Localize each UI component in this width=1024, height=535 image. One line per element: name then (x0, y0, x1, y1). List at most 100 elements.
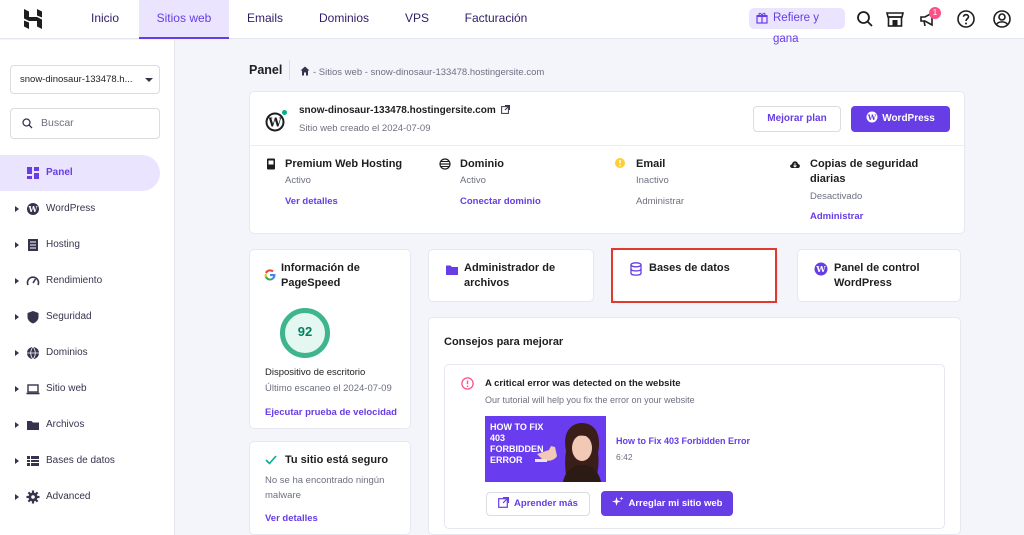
gift-icon (756, 12, 768, 24)
service-title: Premium Web Hosting (285, 158, 403, 170)
gear-icon (26, 490, 40, 504)
chevron-right-icon (15, 206, 19, 212)
pagespeed-score: 92 (297, 324, 313, 339)
laptop-icon (26, 384, 40, 395)
alert-icon (461, 377, 474, 390)
file-manager-tile[interactable]: Administrador de archivos (428, 249, 594, 302)
top-navigation: Inicio Sitios web Emails Dominios VPS Fa… (0, 0, 1024, 45)
panel-icon (27, 167, 39, 179)
service-title: Dominio (460, 158, 504, 170)
account-icon[interactable] (992, 9, 1012, 29)
hosting-icon (28, 239, 38, 251)
site-name-text: snow-dinosaur-133478.hostingersite.com (299, 105, 496, 116)
sidebar-item-archivos[interactable]: Archivos (0, 410, 160, 440)
upgrade-plan-button[interactable]: Mejorar plan (753, 106, 841, 132)
video-duration: 6:42 (616, 452, 633, 462)
security-details-link[interactable]: Ver detalles (265, 513, 318, 524)
sidebar: snow-dinosaur-133478.h... Buscar Panel W… (0, 40, 175, 535)
refer-button[interactable]: Refiere y gana (749, 8, 845, 45)
tips-title: Consejos para mejorar (444, 336, 564, 348)
sidebar-item-dominios[interactable]: Dominios (0, 338, 160, 368)
nav-tab-facturacion[interactable]: Facturación (458, 0, 534, 39)
sidebar-item-label: Rendimiento (46, 275, 103, 286)
checkmark-icon (265, 455, 277, 465)
service-status: Inactivo (636, 175, 669, 186)
sidebar-item-sitio-web[interactable]: Sitio web (0, 374, 160, 404)
external-link-icon[interactable] (500, 105, 510, 114)
svg-text:W: W (267, 116, 282, 130)
site-name[interactable]: snow-dinosaur-133478.hostingersite.com (299, 105, 510, 116)
chevron-right-icon (15, 242, 19, 248)
presenter-image (562, 423, 602, 482)
last-scan: Último escaneo el 2024-07-09 (265, 383, 392, 394)
svg-text:W: W (867, 113, 877, 122)
sidebar-item-bases-de-datos[interactable]: Bases de datos (0, 446, 160, 476)
sidebar-item-rendimiento[interactable]: Rendimiento (0, 266, 160, 296)
view-details-link[interactable]: Ver detalles (285, 196, 338, 207)
learn-more-button[interactable]: Aprender más (486, 492, 590, 516)
wordpress-icon: W (814, 262, 828, 276)
sparkle-icon (611, 496, 623, 506)
hostinger-logo[interactable] (24, 9, 42, 29)
divider (250, 145, 966, 146)
database-icon (27, 456, 39, 466)
site-selector-value: snow-dinosaur-133478.h... (20, 74, 133, 85)
security-title: Tu sitio está seguro (285, 454, 389, 466)
fix-site-button[interactable]: Arreglar mi sitio web (601, 491, 733, 516)
sidebar-item-label: Panel (46, 167, 73, 178)
store-icon[interactable] (885, 9, 905, 29)
chevron-right-icon (15, 458, 19, 464)
highlight-box (611, 248, 777, 303)
sidebar-item-hosting[interactable]: Hosting (0, 230, 160, 260)
connect-domain-link[interactable]: Conectar dominio (460, 196, 541, 207)
divider (289, 60, 290, 80)
chevron-right-icon (15, 386, 19, 392)
warning-dot-icon (615, 158, 625, 168)
service-title: Copias de seguridad diarias (810, 158, 919, 185)
chevron-right-icon (15, 494, 19, 500)
status-dot (281, 109, 288, 116)
manage-email-link[interactable]: Administrar (636, 196, 684, 207)
site-selector[interactable]: snow-dinosaur-133478.h... (10, 65, 160, 94)
search-input[interactable]: Buscar (10, 108, 160, 139)
folder-icon (446, 265, 458, 275)
nav-tab-dominios[interactable]: Dominios (312, 0, 376, 39)
search-placeholder: Buscar (41, 117, 74, 129)
sidebar-item-label: Seguridad (46, 311, 92, 322)
service-status: Activo (285, 175, 311, 186)
nav-tab-inicio[interactable]: Inicio (80, 0, 130, 39)
folder-icon (27, 421, 39, 430)
wp-control-panel-tile[interactable]: W Panel de control WordPress (797, 249, 961, 302)
wordpress-button[interactable]: W WordPress (851, 106, 950, 132)
service-title: Email (636, 158, 666, 170)
alert-desc: Our tutorial will help you fix the error… (485, 395, 695, 405)
sidebar-item-seguridad[interactable]: Seguridad (0, 302, 160, 332)
nav-tab-emails[interactable]: Emails (240, 0, 290, 39)
fix-site-label: Arreglar mi sitio web (628, 498, 723, 509)
wordpress-icon: W (27, 203, 39, 215)
cloud-icon (790, 161, 800, 168)
search-icon[interactable] (855, 9, 875, 29)
chevron-right-icon (15, 422, 19, 428)
breadcrumb: - Sitios web - snow-dinosaur-133478.host… (300, 66, 544, 78)
svg-text:W: W (28, 204, 39, 214)
home-icon[interactable] (300, 66, 310, 76)
video-thumbnail[interactable]: HOW TO FIX 403 FORBIDDEN ERROR (485, 416, 606, 482)
breadcrumb-path: - Sitios web - snow-dinosaur-133478.host… (313, 67, 545, 78)
nav-tab-vps[interactable]: VPS (400, 0, 434, 39)
tile-label: Administrador de archivos (464, 262, 556, 289)
domain-icon (439, 158, 451, 170)
chevron-right-icon (15, 314, 19, 320)
sidebar-item-panel[interactable]: Panel (0, 155, 160, 191)
video-title-link[interactable]: How to Fix 403 Forbidden Error (616, 436, 750, 446)
sidebar-item-wordpress[interactable]: W WordPress (0, 194, 160, 224)
sidebar-item-label: Sitio web (46, 383, 87, 394)
globe-icon (27, 346, 39, 360)
run-speed-test-link[interactable]: Ejecutar prueba de velocidad (265, 407, 397, 418)
gauge-icon (26, 276, 40, 286)
sidebar-item-advanced[interactable]: Advanced (0, 482, 160, 512)
help-icon[interactable] (956, 9, 976, 29)
manage-backups-link[interactable]: Administrar (810, 211, 863, 222)
nav-tab-sitios-web[interactable]: Sitios web (139, 0, 229, 39)
refer-label: Refiere y gana (773, 12, 820, 45)
